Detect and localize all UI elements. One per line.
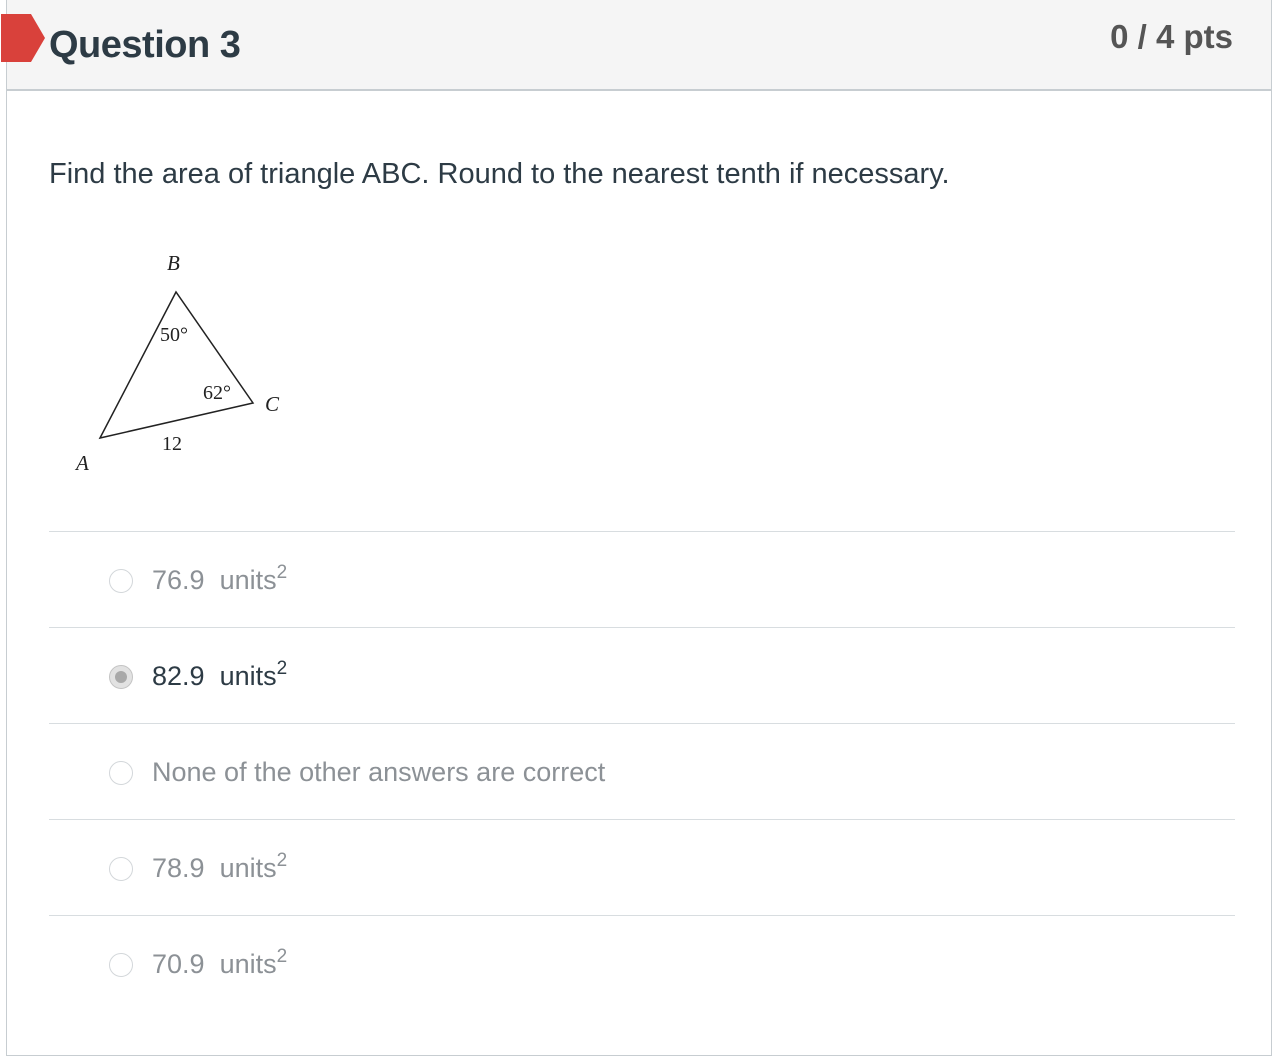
answer-value: 78.9 — [152, 853, 205, 883]
answer-value: None of the other answers are correct — [152, 757, 606, 787]
answer-option[interactable]: 76.9 units2 — [49, 531, 1235, 627]
radio-button[interactable] — [109, 857, 133, 881]
answer-text: 76.9 units2 — [152, 562, 288, 596]
question-points: 0 / 4 pts — [1110, 18, 1233, 55]
answer-exponent: 2 — [276, 562, 288, 583]
answer-unit: units — [219, 949, 277, 979]
answer-list: 76.9 units2 82.9 units2 None of the other … — [49, 531, 1235, 1011]
question-card: Question 3 0 / 4 pts Find the area of tr… — [1, 0, 1272, 1056]
question-prompt: Find the area of triangle ABC. Round to … — [49, 158, 950, 190]
answer-unit: units — [219, 853, 277, 883]
answer-text: 70.9 units2 — [152, 946, 288, 980]
radio-button-selected[interactable] — [109, 665, 133, 689]
triangle-abc — [98, 290, 255, 440]
side-label-ac: 12 — [162, 433, 182, 455]
triangle-figure: B C A 50° 62° 12 — [74, 251, 280, 475]
vertex-label-c: C — [265, 392, 280, 416]
radio-button[interactable] — [109, 953, 133, 977]
radio-button[interactable] — [109, 761, 133, 785]
answer-text: None of the other answers are correct — [152, 757, 605, 788]
answer-value: 76.9 — [152, 565, 205, 595]
answer-text: 78.9 units2 — [152, 850, 288, 884]
answer-option[interactable]: 78.9 units2 — [49, 819, 1235, 915]
answer-exponent: 2 — [276, 850, 288, 871]
answer-exponent: 2 — [276, 658, 288, 679]
answer-option[interactable]: 70.9 units2 — [49, 915, 1235, 1011]
answer-exponent: 2 — [276, 946, 288, 967]
answer-text: 82.9 units2 — [152, 658, 288, 692]
angle-label-b: 50° — [160, 324, 188, 346]
answer-value: 70.9 — [152, 949, 205, 979]
angle-label-c: 62° — [203, 382, 231, 404]
answer-unit: units — [219, 661, 277, 691]
answer-option-selected[interactable]: 82.9 units2 — [49, 627, 1235, 723]
question-header: Question 3 0 / 4 pts — [1, 0, 1271, 91]
answer-unit: units — [219, 565, 277, 595]
vertex-label-a: A — [74, 451, 89, 475]
incorrect-flag-icon — [1, 14, 45, 62]
answer-value: 82.9 — [152, 661, 205, 691]
question-title: Question 3 — [49, 24, 241, 66]
radio-button[interactable] — [109, 569, 133, 593]
answer-option[interactable]: None of the other answers are correct — [49, 723, 1235, 819]
vertex-label-b: B — [167, 251, 180, 275]
